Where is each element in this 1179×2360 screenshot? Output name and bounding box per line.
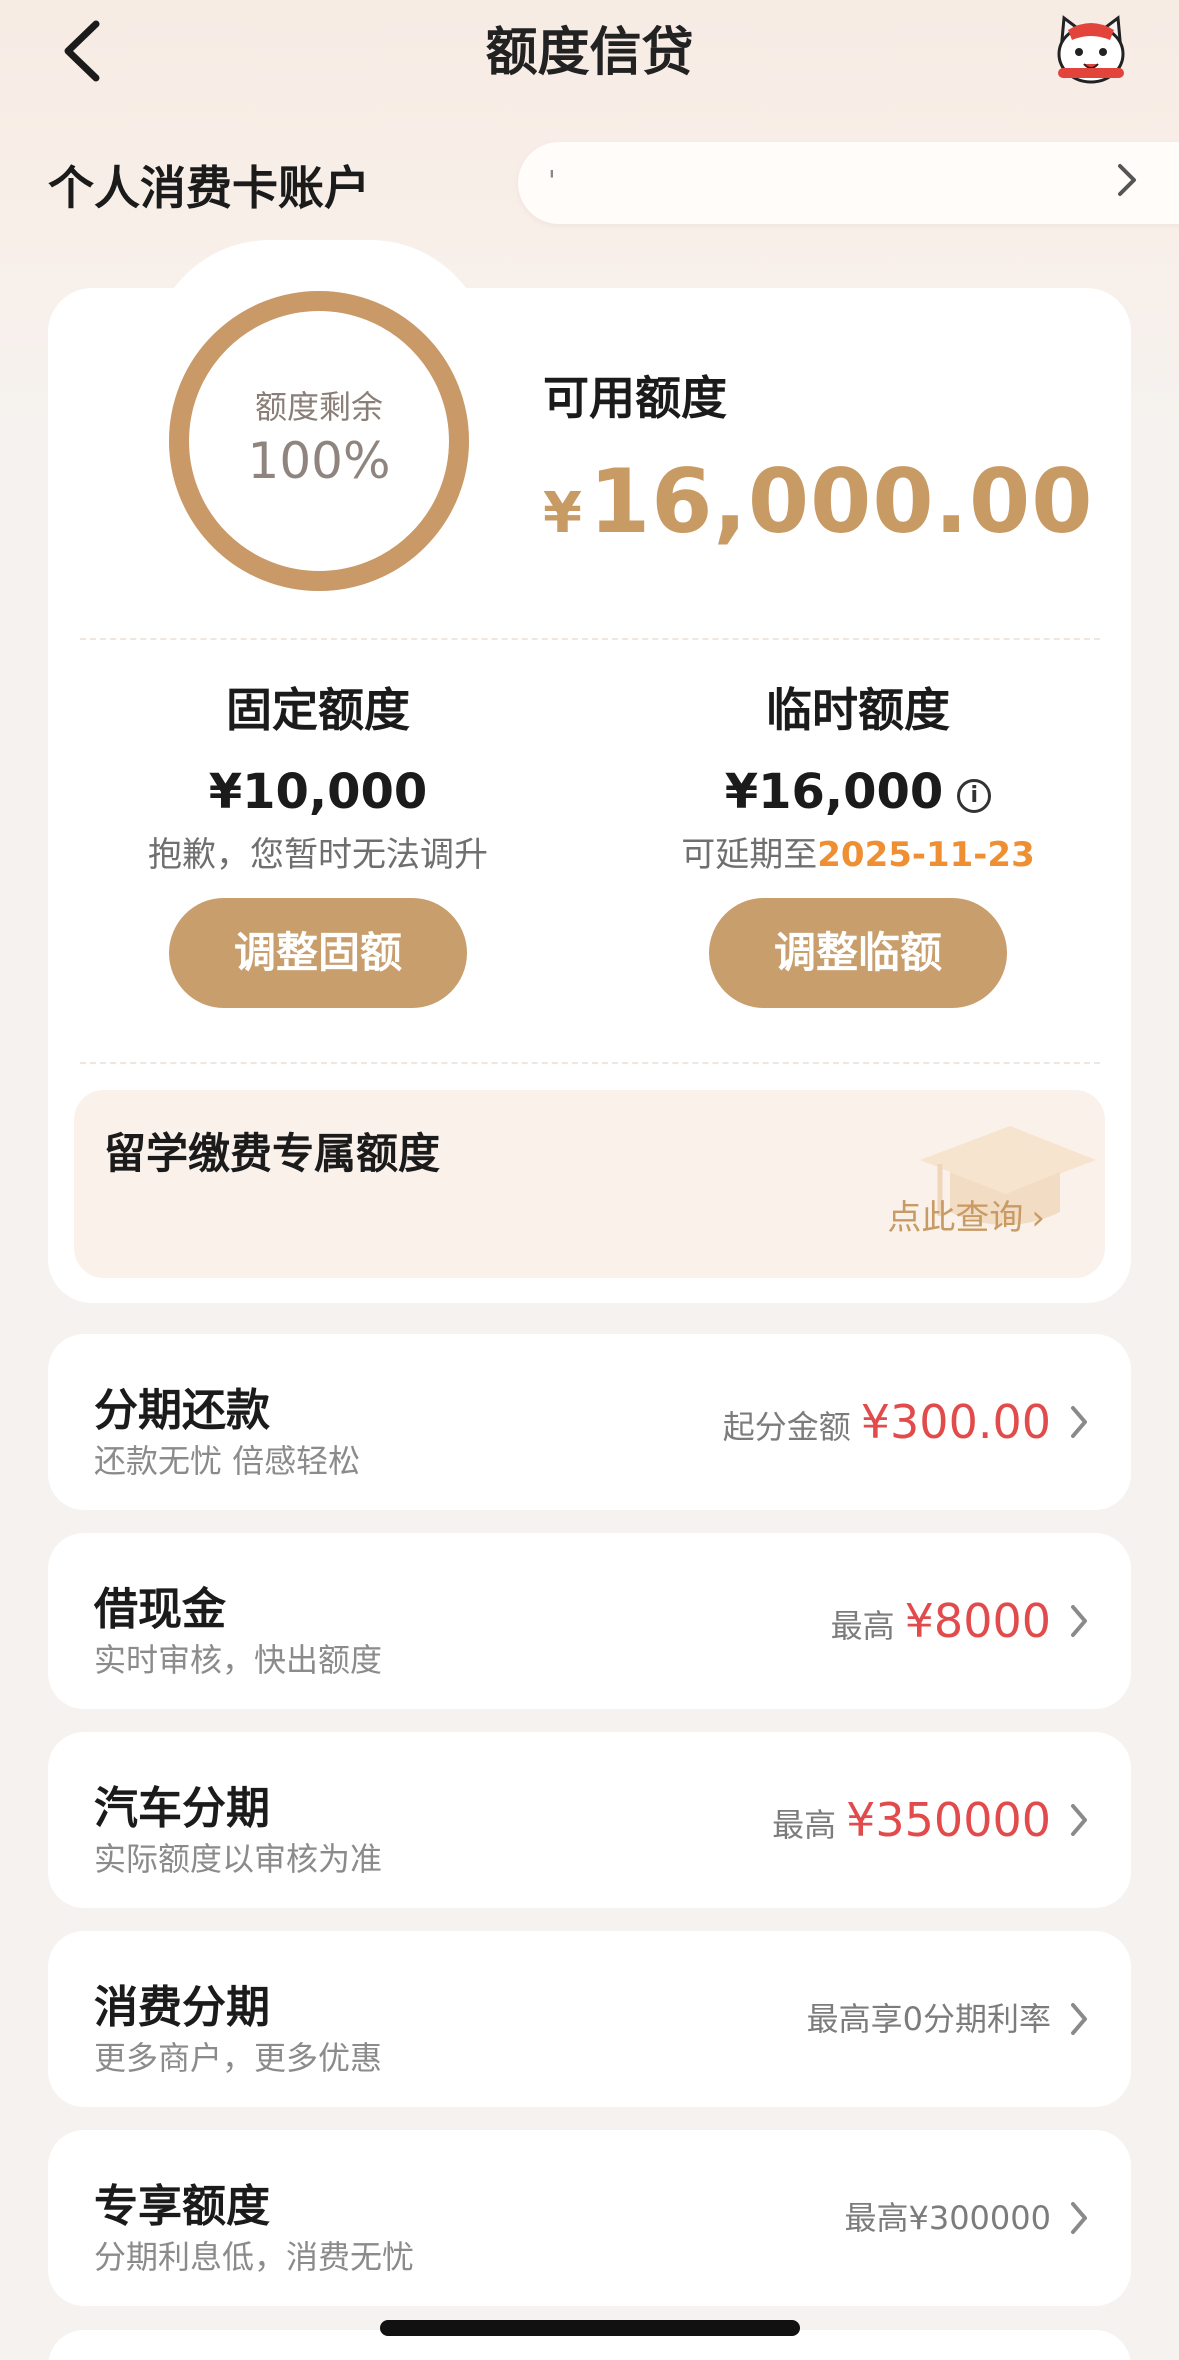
service-right-info: 最高享0分期利率 (807, 1931, 1051, 2107)
available-amount-value: 16,000.00 (588, 450, 1094, 553)
temporary-credit-amount-row: ¥16,000 i (588, 762, 1128, 822)
service-right-info: 最高 ¥350000 (772, 1732, 1051, 1908)
gauge-percent: 100% (247, 432, 391, 490)
info-icon[interactable]: i (957, 779, 992, 813)
home-indicator[interactable] (380, 2320, 800, 2336)
service-title: 汽车分期 (94, 1783, 270, 1834)
extend-prefix: 可延期至 (681, 835, 818, 875)
service-row-car-installment[interactable]: 汽车分期 实际额度以审核为准 最高 ¥350000 (48, 1732, 1131, 1908)
service-subtitle: 更多商户，更多优惠 (94, 2039, 383, 2077)
service-row-exclusive-credit[interactable]: 专享额度 分期利息低，消费无忧 最高¥300000 (48, 2130, 1131, 2306)
account-row: 个人消费卡账户 ' (0, 140, 1179, 230)
service-right-label: 起分金额 (722, 1408, 851, 1446)
adjust-temporary-credit-button[interactable]: 调整临额 (709, 898, 1007, 1008)
service-right-value: ¥300.00 (860, 1395, 1051, 1449)
nav-bar: 额度信贷 (0, 0, 1179, 110)
chevron-right-icon (1071, 1605, 1087, 1637)
service-right-info: 起分金额 ¥300.00 (723, 1334, 1051, 1510)
service-title: 分期还款 (94, 1385, 270, 1436)
service-right-label: 最高¥300000 (844, 2199, 1051, 2237)
cat-mascot-icon[interactable] (1050, 10, 1132, 92)
account-selector[interactable]: ' (518, 142, 1179, 224)
available-credit-title: 可用额度 (543, 371, 727, 425)
divider (80, 638, 1100, 640)
chevron-right-icon (1118, 164, 1136, 196)
temporary-credit-note: 可延期至2025-11-23 (588, 832, 1128, 878)
service-right-label: 最高 (830, 1607, 895, 1645)
fixed-credit-amount: ¥10,000 (208, 764, 428, 820)
account-label: 个人消费卡账户 (48, 161, 370, 215)
service-right-label: 最高 (772, 1806, 837, 1844)
study-credit-title: 留学缴费专属额度 (104, 1129, 441, 1178)
service-right-info: 最高¥300000 (844, 2130, 1051, 2306)
service-right-value: ¥350000 (846, 1793, 1051, 1847)
chevron-right-icon (1071, 2202, 1087, 2234)
service-subtitle: 实际额度以审核为准 (94, 1840, 383, 1878)
chevron-right-icon (1071, 1406, 1087, 1438)
service-row-cash-loan[interactable]: 借现金 实时审核，快出额度 最高 ¥8000 (48, 1533, 1131, 1709)
service-subtitle: 还款无忧 倍感轻松 (94, 1442, 361, 1480)
chevron-right-icon: › (1031, 1198, 1045, 1238)
divider (80, 1062, 1100, 1064)
service-subtitle: 分期利息低，消费无忧 (94, 2238, 415, 2276)
service-title: 专享额度 (94, 2181, 270, 2232)
gauge-label: 额度剩余 (254, 388, 383, 426)
currency-symbol: ¥ (543, 481, 583, 546)
fixed-credit-note: 抱歉，您暂时无法调升 (148, 835, 488, 875)
page-title: 额度信贷 (485, 23, 694, 83)
extend-date: 2025-11-23 (817, 835, 1035, 875)
service-row-consumer-installment[interactable]: 消费分期 更多商户，更多优惠 最高享0分期利率 (48, 1931, 1131, 2107)
temporary-credit-title: 临时额度 (766, 683, 950, 737)
service-right-label: 最高享0分期利率 (806, 2000, 1051, 2038)
fixed-credit-title: 固定额度 (226, 683, 410, 737)
service-right-info: 最高 ¥8000 (831, 1533, 1051, 1709)
available-credit-amount: ¥16,000.00 (543, 452, 1093, 564)
fixed-credit-section: 固定额度 ¥10,000 抱歉，您暂时无法调升 调整固额 (48, 680, 588, 1008)
temporary-credit-amount: ¥16,000 (724, 764, 944, 820)
adjust-fixed-credit-button[interactable]: 调整固额 (169, 898, 467, 1008)
query-link-label: 点此查询 (887, 1198, 1024, 1238)
service-right-value: ¥8000 (904, 1594, 1051, 1648)
temporary-credit-section: 临时额度 ¥16,000 i 可延期至2025-11-23 调整临额 (588, 680, 1128, 1008)
service-row-installment-repayment[interactable]: 分期还款 还款无忧 倍感轻松 起分金额 ¥300.00 (48, 1334, 1131, 1510)
service-title: 借现金 (94, 1584, 226, 1635)
chevron-right-icon (1071, 1804, 1087, 1836)
study-abroad-credit-card[interactable]: 留学缴费专属额度 点此查询 › (74, 1090, 1105, 1278)
service-title: 消费分期 (94, 1982, 270, 2033)
service-subtitle: 实时审核，快出额度 (94, 1641, 383, 1679)
query-link[interactable]: 点此查询 › (887, 1190, 1045, 1239)
chevron-right-icon (1071, 2003, 1087, 2035)
account-selector-text: ' (548, 164, 556, 197)
